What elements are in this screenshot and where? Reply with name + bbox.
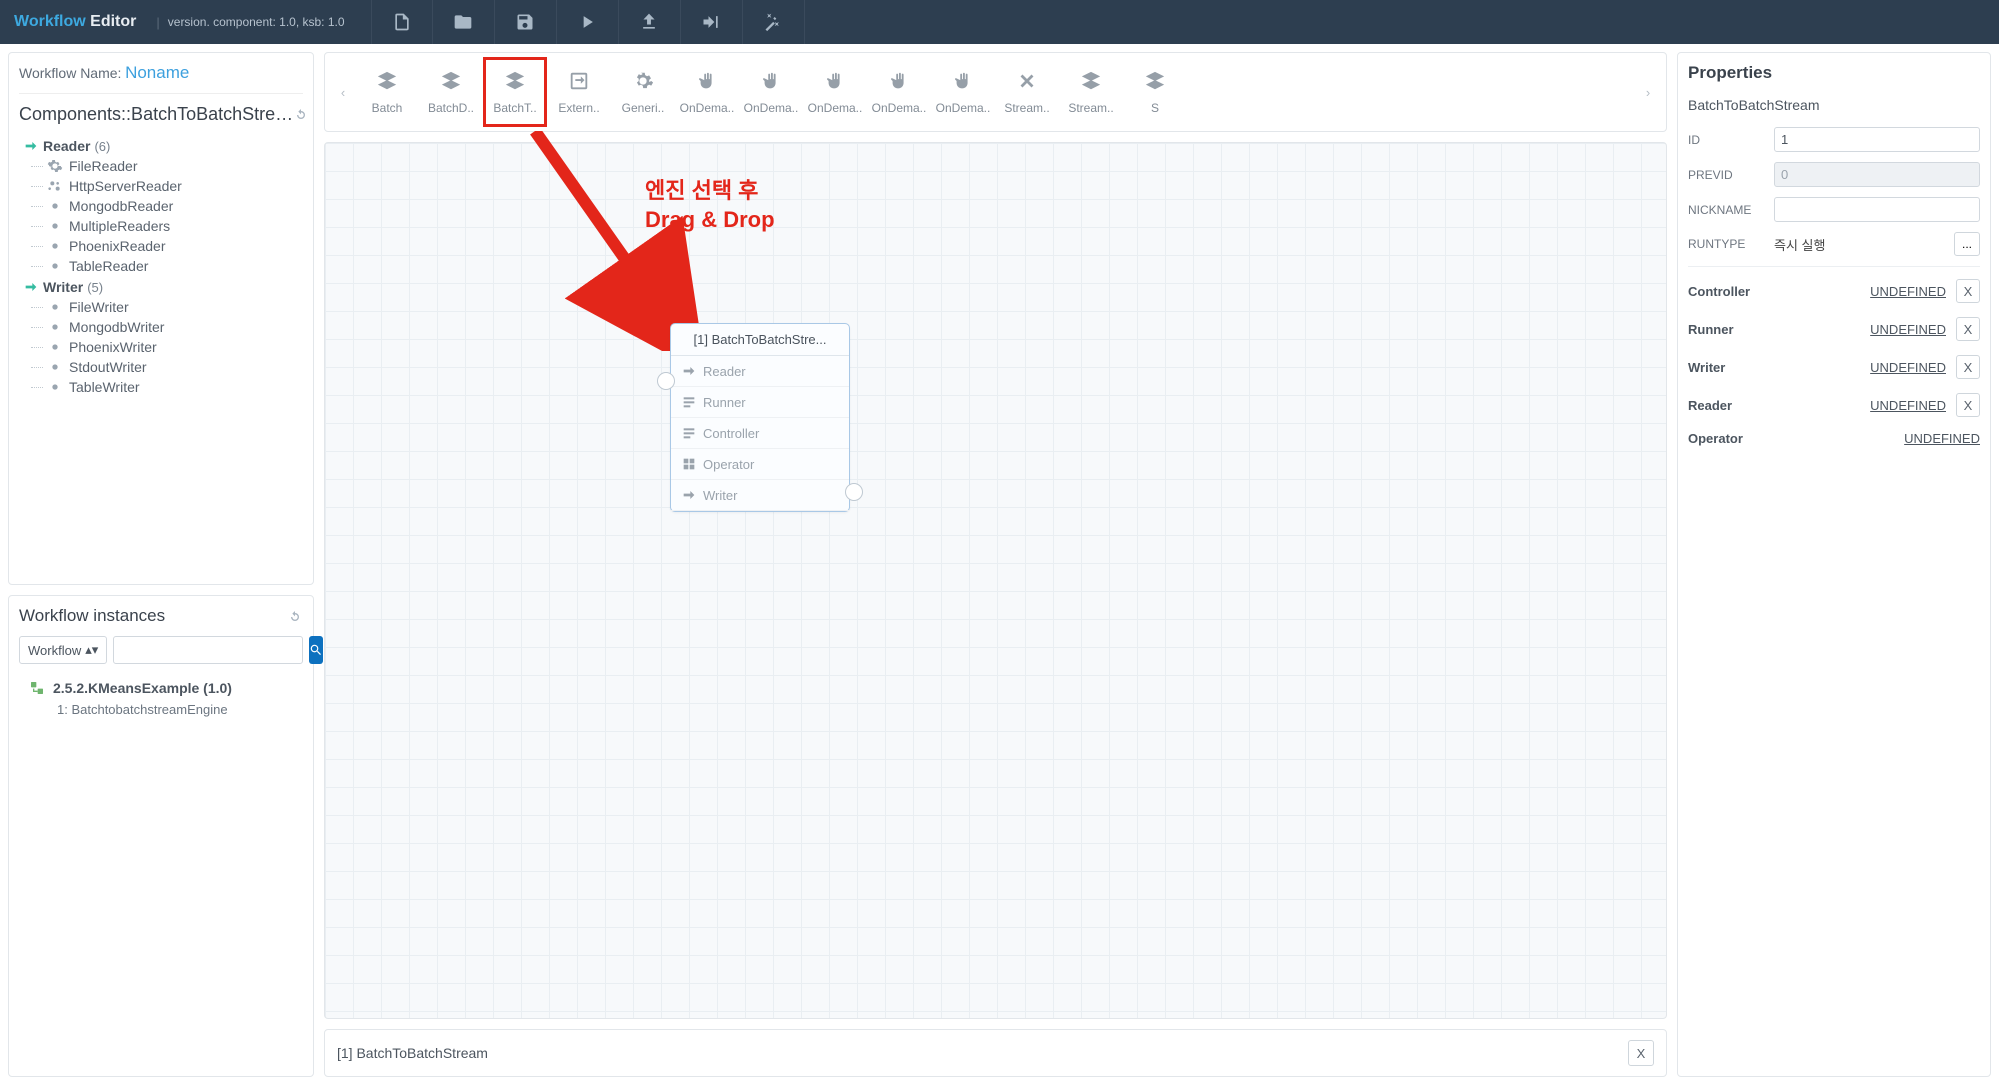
engine-scroll-left[interactable]: ‹ bbox=[331, 85, 355, 100]
prop-previd-label: PREVID bbox=[1688, 168, 1766, 182]
engine-item-ondema[interactable]: OnDema.. bbox=[675, 57, 739, 127]
magic-wand-button[interactable] bbox=[743, 0, 805, 44]
prop-writer-link[interactable]: UNDEFINED bbox=[1870, 360, 1946, 375]
engine-item-ondema[interactable]: OnDema.. bbox=[931, 57, 995, 127]
breadcrumb-close-button[interactable]: X bbox=[1628, 1040, 1654, 1066]
engine-item-batch[interactable]: Batch bbox=[355, 57, 419, 127]
prop-nickname-label: NICKNAME bbox=[1688, 203, 1766, 217]
prop-section-controller: Controller bbox=[1688, 284, 1750, 299]
node-input-port[interactable] bbox=[657, 372, 675, 390]
tree-item[interactable]: TableReader bbox=[47, 258, 303, 274]
refresh-components-icon[interactable] bbox=[293, 106, 309, 123]
prop-controller-remove-button[interactable]: X bbox=[1956, 279, 1980, 303]
prop-section-reader: Reader bbox=[1688, 398, 1732, 413]
workflow-canvas[interactable]: 엔진 선택 후 Drag & Drop [1] BatchToBatchStre… bbox=[324, 142, 1667, 1019]
prop-runtype-label: RUNTYPE bbox=[1688, 237, 1766, 251]
engine-item-stream[interactable]: Stream.. bbox=[995, 57, 1059, 127]
tree-item[interactable]: MongodbReader bbox=[47, 198, 303, 214]
instances-panel: Workflow instances Workflow▴▾ 2.5.2.KMea… bbox=[8, 595, 314, 1077]
tree-item[interactable]: FileReader bbox=[47, 158, 303, 174]
tree-item[interactable]: MultipleReaders bbox=[47, 218, 303, 234]
components-tree: Reader (6) FileReader HttpServerReader M… bbox=[19, 133, 303, 574]
prop-section-runner: Runner bbox=[1688, 322, 1734, 337]
node-output-port[interactable] bbox=[845, 483, 863, 501]
save-button[interactable] bbox=[495, 0, 557, 44]
prop-controller-link[interactable]: UNDEFINED bbox=[1870, 284, 1946, 299]
app-title: Workflow Editor bbox=[14, 13, 136, 31]
export-up-button[interactable] bbox=[619, 0, 681, 44]
tree-item[interactable]: StdoutWriter bbox=[47, 359, 303, 375]
engine-item-batcht[interactable]: BatchT.. bbox=[483, 57, 547, 127]
node-slot-reader[interactable]: Reader bbox=[671, 356, 849, 387]
engine-item-stream[interactable]: Stream.. bbox=[1059, 57, 1123, 127]
tree-item[interactable]: MongodbWriter bbox=[47, 319, 303, 335]
tree-item[interactable]: PhoenixReader bbox=[47, 238, 303, 254]
instances-heading: Workflow instances bbox=[19, 606, 165, 626]
workflow-name-value[interactable]: Noname bbox=[125, 63, 189, 82]
instances-search-button[interactable] bbox=[309, 636, 323, 664]
engine-item-generi[interactable]: Generi.. bbox=[611, 57, 675, 127]
tree-group-reader[interactable]: Reader (6) bbox=[23, 138, 303, 154]
node-title: [1] BatchToBatchStre... bbox=[671, 324, 849, 356]
prop-section-writer: Writer bbox=[1688, 360, 1725, 375]
prop-runtype-more-button[interactable]: ... bbox=[1954, 232, 1980, 256]
export-right-button[interactable] bbox=[681, 0, 743, 44]
tree-item[interactable]: HttpServerReader bbox=[47, 178, 303, 194]
tree-item[interactable]: TableWriter bbox=[47, 379, 303, 395]
node-slot-controller[interactable]: Controller bbox=[671, 418, 849, 449]
prop-runner-remove-button[interactable]: X bbox=[1956, 317, 1980, 341]
prop-runtype-value: 즉시 실행 bbox=[1774, 235, 1946, 254]
instance-node[interactable]: 2.5.2.KMeansExample (1.0) bbox=[29, 680, 303, 696]
properties-heading: Properties bbox=[1688, 63, 1980, 83]
properties-panel: Properties BatchToBatchStream ID PREVID … bbox=[1677, 52, 1991, 1077]
refresh-instances-icon[interactable] bbox=[287, 606, 303, 626]
prop-nickname-input[interactable] bbox=[1774, 197, 1980, 222]
engine-item-ondema[interactable]: OnDema.. bbox=[739, 57, 803, 127]
workflow-name-label: Workflow Name: bbox=[19, 65, 121, 81]
open-folder-button[interactable] bbox=[433, 0, 495, 44]
engine-toolbar: ‹ BatchBatchD..BatchT..Extern..Generi..O… bbox=[324, 52, 1667, 132]
tree-group-writer[interactable]: Writer (5) bbox=[23, 279, 303, 295]
engine-item-extern[interactable]: Extern.. bbox=[547, 57, 611, 127]
components-panel: Workflow Name: Noname Components::BatchT… bbox=[8, 52, 314, 585]
prop-reader-link[interactable]: UNDEFINED bbox=[1870, 398, 1946, 413]
prop-writer-remove-button[interactable]: X bbox=[1956, 355, 1980, 379]
tree-item[interactable]: PhoenixWriter bbox=[47, 339, 303, 355]
engine-item-batchd[interactable]: BatchD.. bbox=[419, 57, 483, 127]
components-heading: Components::BatchToBatchStre… bbox=[19, 104, 293, 125]
prop-operator-link[interactable]: UNDEFINED bbox=[1904, 431, 1980, 446]
version-label: version. component: 1.0, ksb: 1.0 bbox=[168, 15, 345, 29]
engine-item-ondema[interactable]: OnDema.. bbox=[803, 57, 867, 127]
instances-search-input[interactable] bbox=[113, 636, 303, 664]
node-slot-writer[interactable]: Writer bbox=[671, 480, 849, 511]
prop-id-input[interactable] bbox=[1774, 127, 1980, 152]
workflow-node[interactable]: [1] BatchToBatchStre... Reader Runner Co… bbox=[670, 323, 850, 512]
instance-sub[interactable]: 1: BatchtobatchstreamEngine bbox=[57, 702, 303, 717]
prop-id-label: ID bbox=[1688, 133, 1766, 147]
tree-item[interactable]: FileWriter bbox=[47, 299, 303, 315]
run-button[interactable] bbox=[557, 0, 619, 44]
annotation-text: 엔진 선택 후 Drag & Drop bbox=[645, 173, 775, 233]
prop-section-operator: Operator bbox=[1688, 431, 1743, 446]
engine-scroll-right[interactable]: › bbox=[1636, 85, 1660, 100]
prop-previd-input bbox=[1774, 162, 1980, 187]
properties-subtitle: BatchToBatchStream bbox=[1688, 97, 1980, 113]
breadcrumb-bar: [1] BatchToBatchStream X bbox=[324, 1029, 1667, 1077]
prop-runner-link[interactable]: UNDEFINED bbox=[1870, 322, 1946, 337]
prop-reader-remove-button[interactable]: X bbox=[1956, 393, 1980, 417]
engine-item-ondema[interactable]: OnDema.. bbox=[867, 57, 931, 127]
breadcrumb-text: [1] BatchToBatchStream bbox=[337, 1045, 488, 1061]
topbar: Workflow Editor | version. component: 1.… bbox=[0, 0, 1999, 44]
engine-item-s[interactable]: S bbox=[1123, 57, 1187, 127]
node-slot-runner[interactable]: Runner bbox=[671, 387, 849, 418]
node-slot-operator[interactable]: Operator bbox=[671, 449, 849, 480]
new-file-button[interactable] bbox=[371, 0, 433, 44]
instances-filter-select[interactable]: Workflow▴▾ bbox=[19, 636, 107, 664]
